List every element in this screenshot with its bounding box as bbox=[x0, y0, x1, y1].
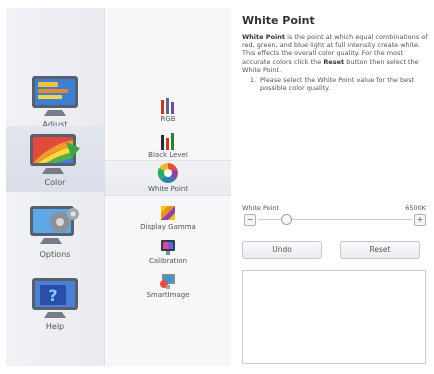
rgb-bars-icon bbox=[161, 98, 174, 114]
panel-title: White Point bbox=[242, 14, 315, 27]
help-monitor-icon: ? bbox=[32, 278, 78, 318]
color-monitor-icon bbox=[30, 134, 80, 174]
category-adjust[interactable]: Adjust bbox=[6, 74, 104, 129]
subitem-label: White Point bbox=[148, 185, 188, 193]
category-help[interactable]: ? Help bbox=[6, 276, 104, 331]
app-window: Adjust Color Options ? Help RGB Black Le… bbox=[6, 8, 428, 370]
subitem-black-level[interactable]: Black Level bbox=[105, 132, 231, 159]
subitem-calibration[interactable]: Calibration bbox=[105, 238, 231, 265]
step-number: 1. bbox=[250, 76, 257, 85]
calibration-icon bbox=[161, 240, 175, 255]
slider-increase-button[interactable]: + bbox=[414, 214, 426, 226]
svg-text:?: ? bbox=[48, 286, 57, 305]
category-options[interactable]: Options bbox=[6, 204, 104, 259]
category-label: Help bbox=[45, 322, 65, 331]
white-point-color-wheel-icon bbox=[157, 163, 178, 183]
desc-reset-term: Reset bbox=[323, 57, 345, 66]
adjust-monitor-icon bbox=[32, 76, 78, 116]
black-level-bars-icon bbox=[161, 133, 174, 150]
category-label: Color bbox=[44, 178, 66, 187]
slider-thumb[interactable] bbox=[280, 214, 292, 225]
subitem-white-point[interactable]: White Point bbox=[105, 160, 231, 196]
subitem-display-gamma[interactable]: Display Gamma bbox=[105, 204, 231, 231]
subitem-label: Black Level bbox=[148, 151, 188, 159]
white-point-slider[interactable]: − + bbox=[244, 214, 426, 226]
preview-box bbox=[242, 270, 426, 364]
subitem-label: Calibration bbox=[148, 257, 188, 265]
category-column: Adjust Color Options ? Help bbox=[6, 8, 105, 366]
slider-label: White Point bbox=[242, 204, 280, 212]
step-text: Please select the White Point value for … bbox=[260, 76, 415, 93]
display-gamma-icon bbox=[161, 206, 175, 220]
desc-term: White Point bbox=[242, 33, 285, 41]
white-point-row: White Point 6500K bbox=[242, 204, 428, 212]
subitem-column: RGB Black Level White Point Display Gamm… bbox=[105, 8, 231, 366]
white-point-panel: White Point White Point is the point at … bbox=[242, 8, 428, 370]
category-label: Options bbox=[39, 250, 71, 259]
subitem-label: RGB bbox=[160, 115, 176, 123]
category-color[interactable]: Color bbox=[6, 126, 104, 192]
subitem-label: SmartImage bbox=[146, 291, 190, 299]
slider-value: 6500K bbox=[405, 204, 426, 212]
undo-button[interactable]: Undo bbox=[242, 241, 322, 259]
subitem-rgb[interactable]: RGB bbox=[105, 96, 231, 123]
reset-button[interactable]: Reset bbox=[340, 241, 420, 259]
options-monitor-icon bbox=[30, 206, 79, 244]
subitem-smartimage[interactable]: SmartImage bbox=[105, 272, 231, 299]
smartimage-icon bbox=[160, 274, 175, 289]
slider-decrease-button[interactable]: − bbox=[244, 214, 256, 226]
subitem-label: Display Gamma bbox=[140, 223, 196, 231]
panel-description: White Point is the point at which equal … bbox=[242, 33, 428, 74]
instruction-step: 1. Please select the White Point value f… bbox=[250, 76, 428, 92]
